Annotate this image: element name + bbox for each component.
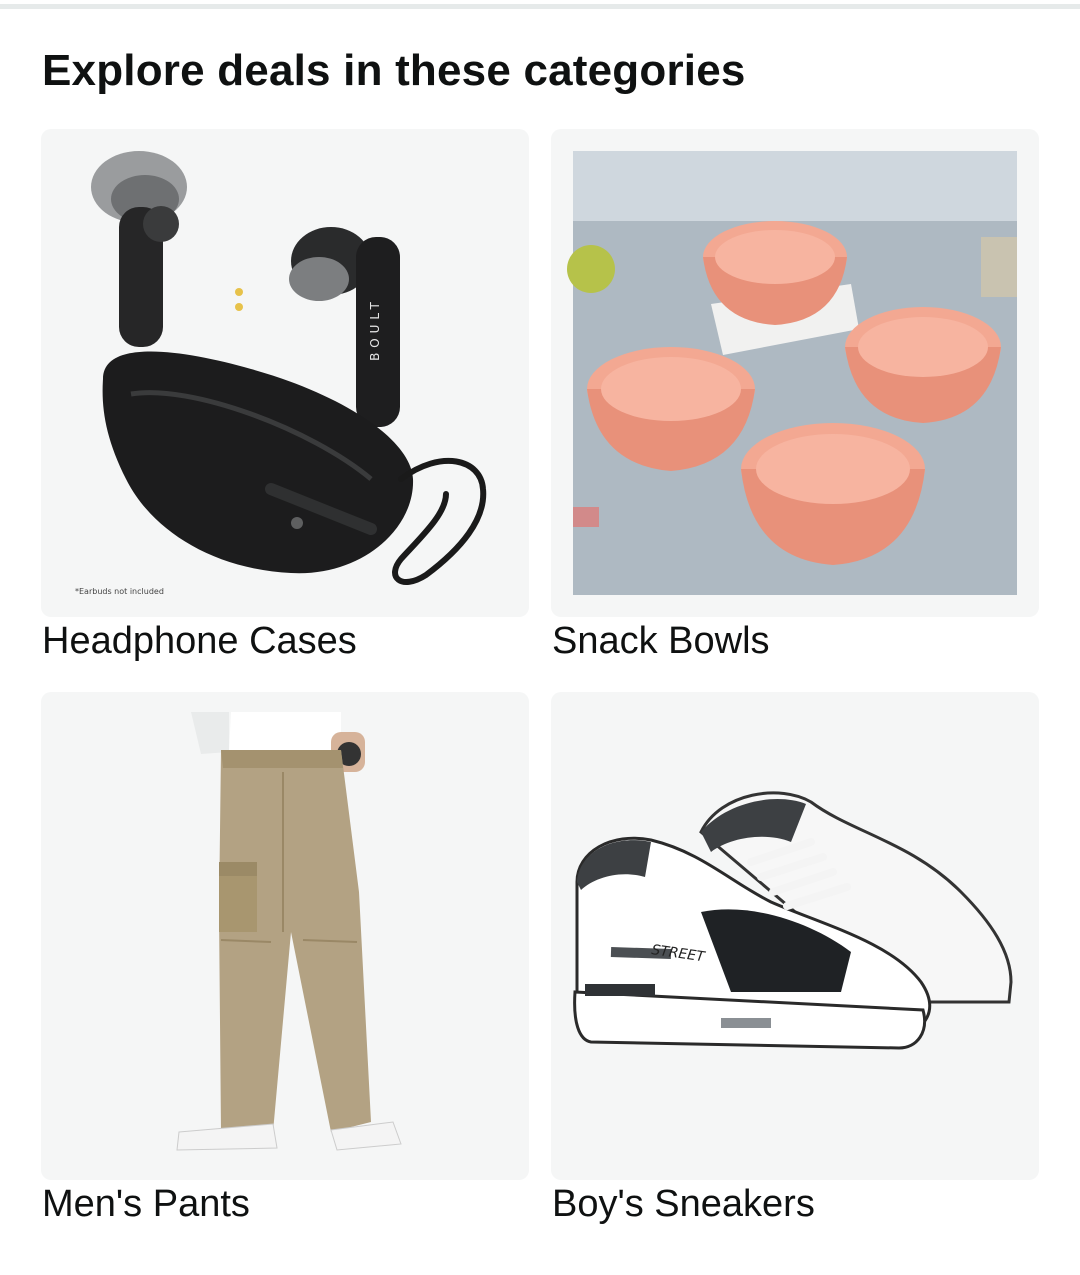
category-tile-snack-bowls[interactable] [551,129,1039,617]
bowls-icon [567,151,1017,595]
category-label-headphone-cases[interactable]: Headphone Cases [42,620,357,663]
category-label-snack-bowls[interactable]: Snack Bowls [552,620,770,663]
section-title: Explore deals in these categories [42,46,746,95]
category-tile-mens-pants[interactable] [41,692,529,1180]
case-brand-text: BOULT [368,297,382,361]
category-label-boys-sneakers[interactable]: Boy's Sneakers [552,1183,815,1226]
sneakers-icon: asian STREET [573,791,1013,1050]
category-label-mens-pants[interactable]: Men's Pants [42,1183,250,1226]
category-tile-boys-sneakers[interactable]: asian STREET [551,692,1039,1180]
category-tile-headphone-cases[interactable]: BOULT *Earbuds not included [41,129,529,617]
disclaimer-text: *Earbuds not included [75,587,164,596]
top-divider [0,4,1080,9]
cargo-pants-icon [176,712,402,1151]
earbuds-case-icon: BOULT *Earbuds not included [75,151,487,596]
